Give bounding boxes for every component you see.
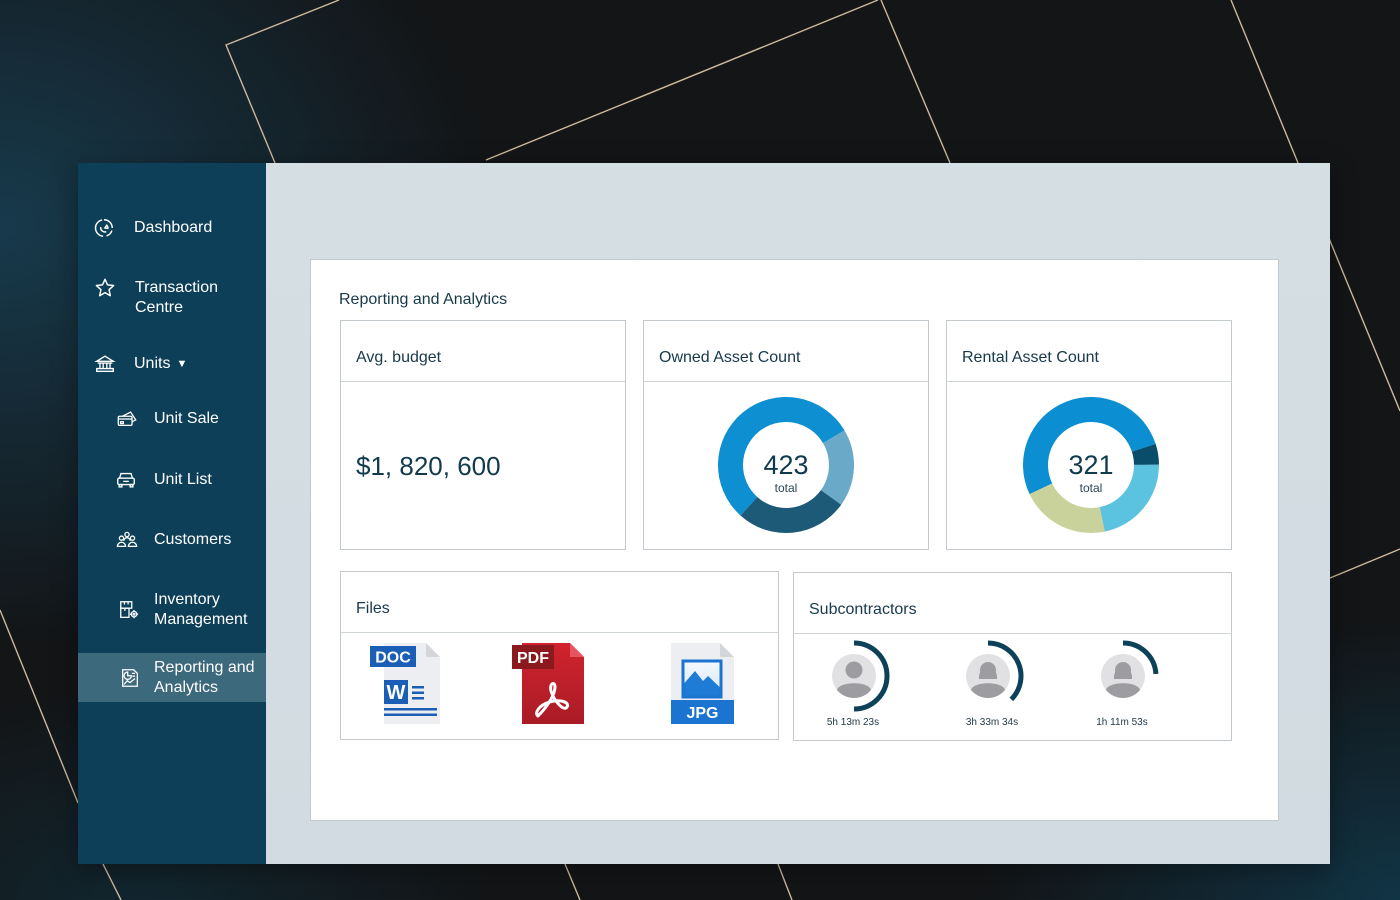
car-icon — [115, 469, 137, 491]
donut-center-value: 321 — [1068, 450, 1113, 480]
sidebar-item-dashboard[interactable]: Dashboard — [78, 208, 266, 248]
female-avatar-icon — [966, 640, 1024, 702]
rental-asset-donut-chart: 321 total — [1023, 396, 1159, 533]
reporting-panel: Reporting and Analytics Avg. budget $1, … — [310, 259, 1279, 821]
background-line — [880, 0, 951, 164]
card-title: Owned Asset Count — [659, 349, 801, 366]
sidebar-item-label: Unit Sale — [154, 410, 219, 427]
jpg-file-icon[interactable]: JPG — [671, 643, 734, 724]
subcontractors-card: Subcontractors 5h 13m 23s 3h 33m 34s 1h … — [793, 572, 1232, 741]
card-title: Avg. budget — [356, 349, 442, 366]
sidebar-item-transaction-centre[interactable]: Transaction Centre — [78, 268, 266, 318]
avg-budget-card: Avg. budget $1, 820, 600 — [340, 320, 626, 550]
rental-asset-count-card: Rental Asset Count 321 total — [946, 320, 1232, 550]
report-icon — [119, 667, 141, 689]
sidebar-item-label: Inventory Management — [154, 591, 248, 628]
file-type-label: PDF — [517, 650, 549, 667]
star-icon — [94, 277, 116, 299]
subcontractor-item[interactable]: 1h 11m 53s — [1067, 631, 1177, 731]
sidebar-item-unit-list[interactable]: Unit List — [78, 460, 266, 500]
sidebar-item-inventory-management[interactable]: Inventory Management — [78, 585, 266, 635]
card-title: Rental Asset Count — [962, 349, 1099, 366]
card-header: Avg. budget — [341, 321, 625, 382]
female-avatar-icon — [1101, 640, 1159, 699]
cards-icon — [116, 408, 138, 430]
sidebar: Dashboard Transaction Centre Units ▼ Uni… — [78, 163, 266, 864]
sidebar-item-customers[interactable]: Customers — [78, 520, 266, 560]
sidebar-item-reporting-and-analytics[interactable]: Reporting and Analytics — [78, 653, 266, 702]
card-header: Files — [341, 572, 778, 633]
background-line — [564, 863, 581, 900]
subcontractor-item[interactable]: 3h 33m 34s — [932, 631, 1042, 731]
donut-center-label: total — [1080, 481, 1103, 495]
background-line — [0, 609, 79, 804]
card-title: Subcontractors — [809, 601, 917, 618]
avg-budget-value: $1, 820, 600 — [356, 451, 501, 481]
background-line — [102, 863, 122, 900]
male-avatar-icon — [832, 640, 890, 712]
files-card: Files DOC W PDF JPG — [340, 571, 779, 740]
file-type-label: JPG — [686, 705, 718, 722]
page-title: Reporting and Analytics — [339, 291, 508, 308]
background-line — [777, 863, 793, 900]
pdf-file-icon[interactable]: PDF — [512, 643, 584, 724]
sidebar-item-units[interactable]: Units ▼ — [78, 344, 266, 384]
subcontractor-time: 3h 33m 34s — [965, 717, 1019, 728]
sidebar-item-label: Customers — [154, 531, 232, 548]
sidebar-item-label: Units — [134, 355, 171, 372]
svg-text:W: W — [387, 682, 406, 704]
sidebar-item-label: Transaction Centre — [135, 279, 218, 316]
background-line — [485, 0, 879, 161]
sidebar-item-label: Reporting and Analytics — [154, 659, 255, 696]
doc-file-icon[interactable]: DOC W — [370, 643, 440, 724]
people-icon — [116, 529, 138, 551]
dashboard-icon — [93, 217, 115, 239]
app-window: Dashboard Transaction Centre Units ▼ Uni… — [78, 163, 1330, 864]
subcontractor-item[interactable]: 5h 13m 23s — [798, 631, 908, 731]
card-header: Owned Asset Count — [644, 321, 928, 382]
donut-segment[interactable] — [820, 430, 854, 505]
owned-asset-donut-chart: 423 total — [718, 397, 854, 533]
card-header: Subcontractors — [794, 573, 1231, 634]
inventory-icon — [118, 599, 140, 621]
background-line — [1329, 548, 1400, 579]
chevron-down-icon[interactable]: ▼ — [176, 358, 187, 370]
card-header: Rental Asset Count — [947, 321, 1231, 382]
sidebar-item-label: Unit List — [154, 471, 212, 488]
background-line — [225, 0, 340, 164]
owned-asset-count-card: Owned Asset Count 423 total — [643, 320, 929, 550]
donut-center-label: total — [775, 481, 798, 495]
file-type-label: DOC — [375, 650, 411, 667]
donut-center-value: 423 — [763, 450, 808, 480]
bank-icon — [94, 353, 116, 375]
sidebar-item-label: Dashboard — [134, 219, 213, 236]
sidebar-item-label-wrap: Units ▼ — [134, 354, 187, 375]
subcontractor-time: 5h 13m 23s — [826, 717, 880, 728]
subcontractor-time: 1h 11m 53s — [1096, 717, 1148, 728]
sidebar-item-unit-sale[interactable]: Unit Sale — [78, 399, 266, 439]
card-title: Files — [356, 600, 390, 617]
